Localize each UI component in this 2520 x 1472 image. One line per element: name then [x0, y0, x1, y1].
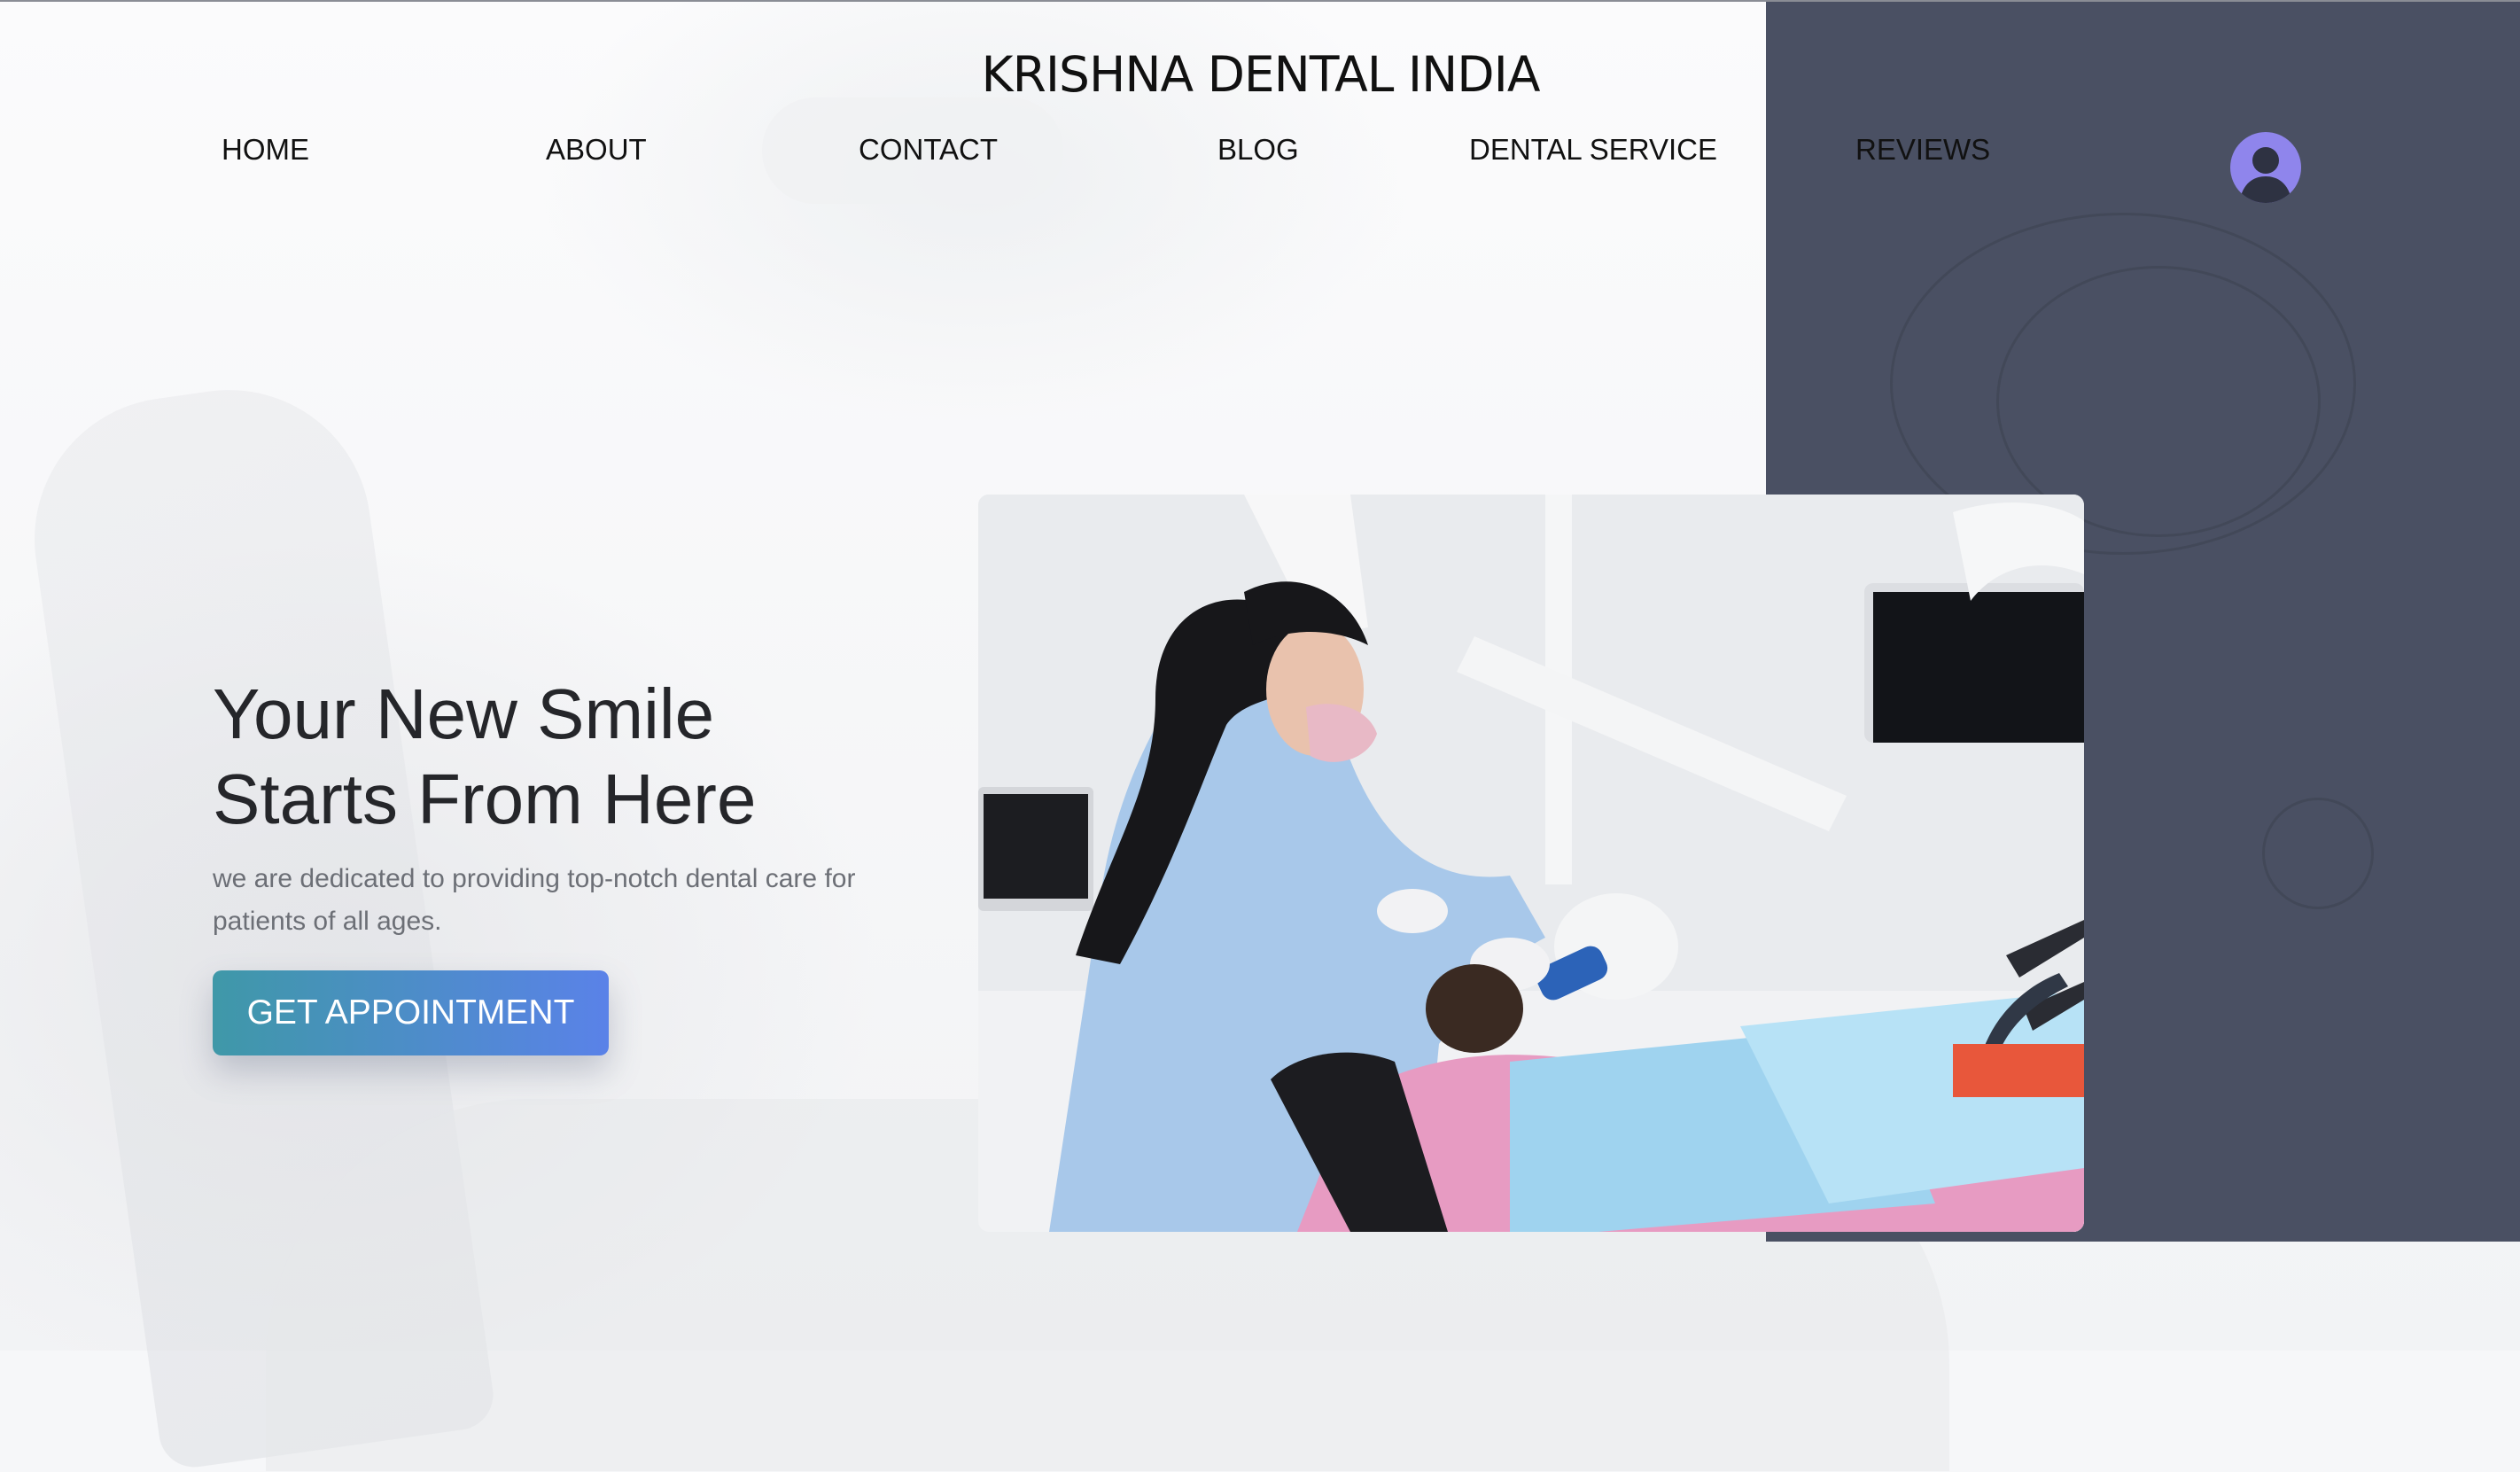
nav-about[interactable]: ABOUT — [546, 133, 647, 167]
nav-reviews[interactable]: REVIEWS — [1855, 133, 1990, 167]
nav-home[interactable]: HOME — [222, 133, 309, 167]
top-border — [0, 0, 2520, 2]
site-title: KRISHNA DENTAL INDIA — [981, 46, 1541, 103]
nav-dental-service[interactable]: DENTAL SERVICE — [1469, 133, 1717, 167]
user-avatar-icon[interactable] — [2230, 132, 2301, 203]
hero-subtitle: we are dedicated to providing top-notch … — [213, 864, 856, 936]
hero-photo — [978, 495, 2084, 1232]
hero-heading-line2: Starts From Here — [213, 759, 757, 838]
main-nav: HOME ABOUT CONTACT BLOG DENTAL SERVICE R… — [0, 133, 2520, 177]
nav-blog[interactable]: BLOG — [1217, 133, 1299, 167]
hero-heading: Your New Smile Starts From Here — [213, 672, 756, 842]
get-appointment-button[interactable]: GET APPOINTMENT — [213, 970, 609, 1055]
nav-contact[interactable]: CONTACT — [859, 133, 998, 167]
hero-heading-line1: Your New Smile — [213, 674, 715, 753]
